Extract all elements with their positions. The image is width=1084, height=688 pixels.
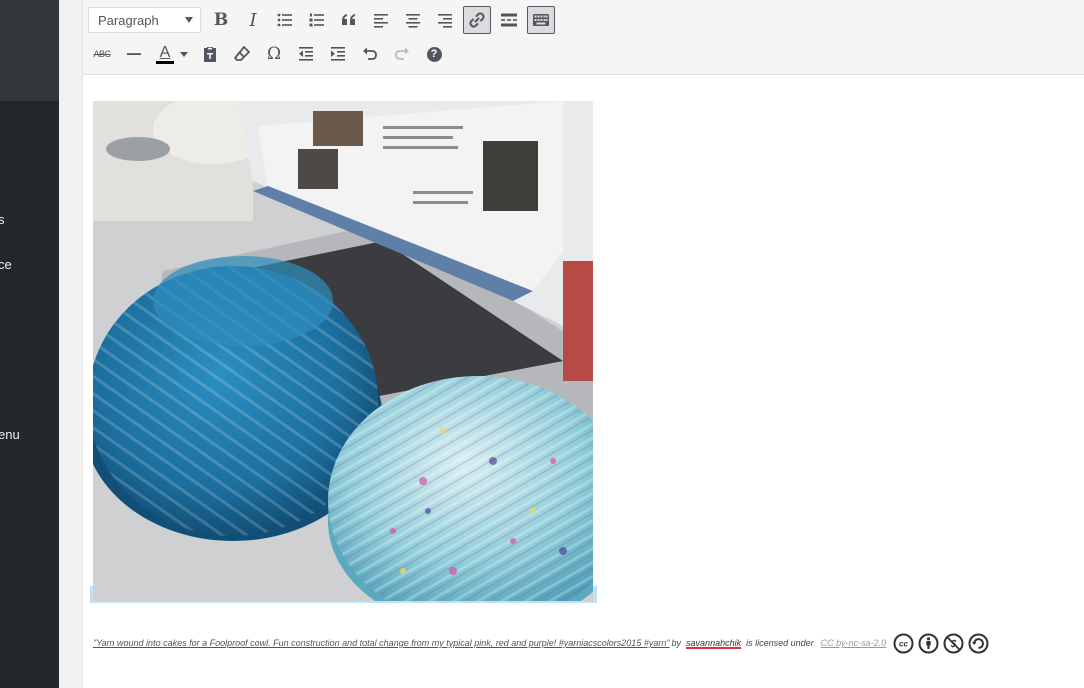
numbered-list-icon — [309, 13, 324, 27]
italic-button[interactable]: I — [239, 6, 267, 34]
svg-text:cc: cc — [899, 639, 908, 648]
insert-link-button[interactable] — [463, 6, 491, 34]
sidebar-active-section — [0, 0, 59, 101]
toolbar-row-1: Paragraph B I — [88, 6, 559, 34]
bold-icon: B — [213, 10, 229, 30]
sidebar-item-label: ce — [0, 257, 12, 272]
keyboard-icon — [533, 14, 549, 26]
align-center-button[interactable] — [399, 6, 427, 34]
sidebar-item-3[interactable]: enu — [0, 427, 20, 442]
chevron-down-icon — [185, 17, 193, 23]
attribution-title-link[interactable]: "Yarn wound into cakes for a Foolproof c… — [93, 638, 670, 648]
sidebar-item-label: s — [0, 212, 5, 227]
indent-button[interactable] — [324, 40, 352, 68]
editor-content[interactable]: "Yarn wound into cakes for a Foolproof c… — [83, 75, 1084, 688]
align-left-icon — [374, 14, 388, 28]
text-color-glyph: A — [159, 43, 171, 61]
bullet-list-icon — [277, 13, 292, 27]
bullet-list-button[interactable] — [271, 6, 299, 34]
wordpress-editor-window: s ce enu Paragraph B I ABC A Ω ? "Yarn w… — [0, 0, 1084, 688]
quote-icon — [342, 14, 355, 25]
link-icon — [469, 12, 485, 28]
undo-button[interactable] — [356, 40, 384, 68]
noncommercial-icon[interactable]: $ — [943, 633, 964, 654]
share-alike-icon[interactable] — [968, 633, 989, 654]
redo-button[interactable] — [388, 40, 416, 68]
attribution-licensed-text: is licensed under — [746, 638, 814, 648]
admin-sidebar: s ce enu — [0, 0, 59, 688]
omega-icon: Ω — [266, 44, 282, 64]
read-more-button[interactable] — [495, 6, 523, 34]
format-select-value: Paragraph — [98, 12, 159, 28]
sidebar-item-1[interactable]: s — [0, 212, 5, 227]
attribution-icon[interactable] — [918, 633, 939, 654]
redo-icon — [395, 47, 409, 60]
license-link[interactable]: CC by-nc-sa-2.0 — [821, 638, 887, 648]
align-center-icon — [406, 14, 420, 28]
clear-formatting-button[interactable] — [228, 40, 256, 68]
strikethrough-button[interactable]: ABC — [88, 40, 116, 68]
cc-icon[interactable]: cc — [893, 633, 914, 654]
numbered-list-button[interactable] — [303, 6, 331, 34]
italic-icon: I — [249, 9, 257, 31]
sidebar-item-2[interactable]: ce — [0, 257, 12, 272]
outdent-button[interactable] — [292, 40, 320, 68]
outdent-icon — [299, 47, 313, 61]
text-color-swatch — [156, 60, 174, 64]
image-attribution: "Yarn wound into cakes for a Foolproof c… — [93, 629, 993, 657]
clipboard-icon — [204, 47, 216, 62]
attribution-by-text: by — [671, 638, 682, 648]
indent-icon — [331, 47, 345, 61]
help-button[interactable]: ? — [420, 40, 448, 68]
layout-gutter — [59, 0, 82, 688]
eraser-icon — [234, 46, 250, 61]
help-icon: ? — [426, 46, 442, 62]
editor-toolbar: Paragraph B I ABC A Ω ? — [83, 0, 1084, 75]
yarn-photo[interactable] — [93, 101, 593, 601]
toolbar-row-2: ABC A Ω ? — [88, 40, 452, 68]
text-color-icon: A — [156, 43, 174, 64]
read-more-icon — [501, 13, 517, 27]
align-left-button[interactable] — [367, 6, 395, 34]
horizontal-line-icon — [127, 53, 141, 55]
align-right-button[interactable] — [431, 6, 459, 34]
text-color-button[interactable]: A — [152, 40, 192, 68]
tinymce-editor: Paragraph B I ABC A Ω ? "Yarn wound into… — [82, 0, 1084, 688]
attribution-author-link[interactable]: savannahchik — [686, 638, 741, 648]
align-right-icon — [438, 14, 452, 28]
special-character-button[interactable]: Ω — [260, 40, 288, 68]
toolbar-toggle-button[interactable] — [527, 6, 555, 34]
yarn-photo-illustration — [93, 101, 593, 601]
bold-button[interactable]: B — [207, 6, 235, 34]
paste-as-text-button[interactable] — [196, 40, 224, 68]
strikethrough-icon: ABC — [93, 49, 111, 59]
blockquote-button[interactable] — [335, 6, 363, 34]
sidebar-item-label: enu — [0, 427, 20, 442]
undo-icon — [363, 47, 377, 60]
format-select[interactable]: Paragraph — [88, 7, 201, 33]
horizontal-line-button[interactable] — [120, 40, 148, 68]
chevron-down-icon[interactable] — [180, 51, 188, 57]
